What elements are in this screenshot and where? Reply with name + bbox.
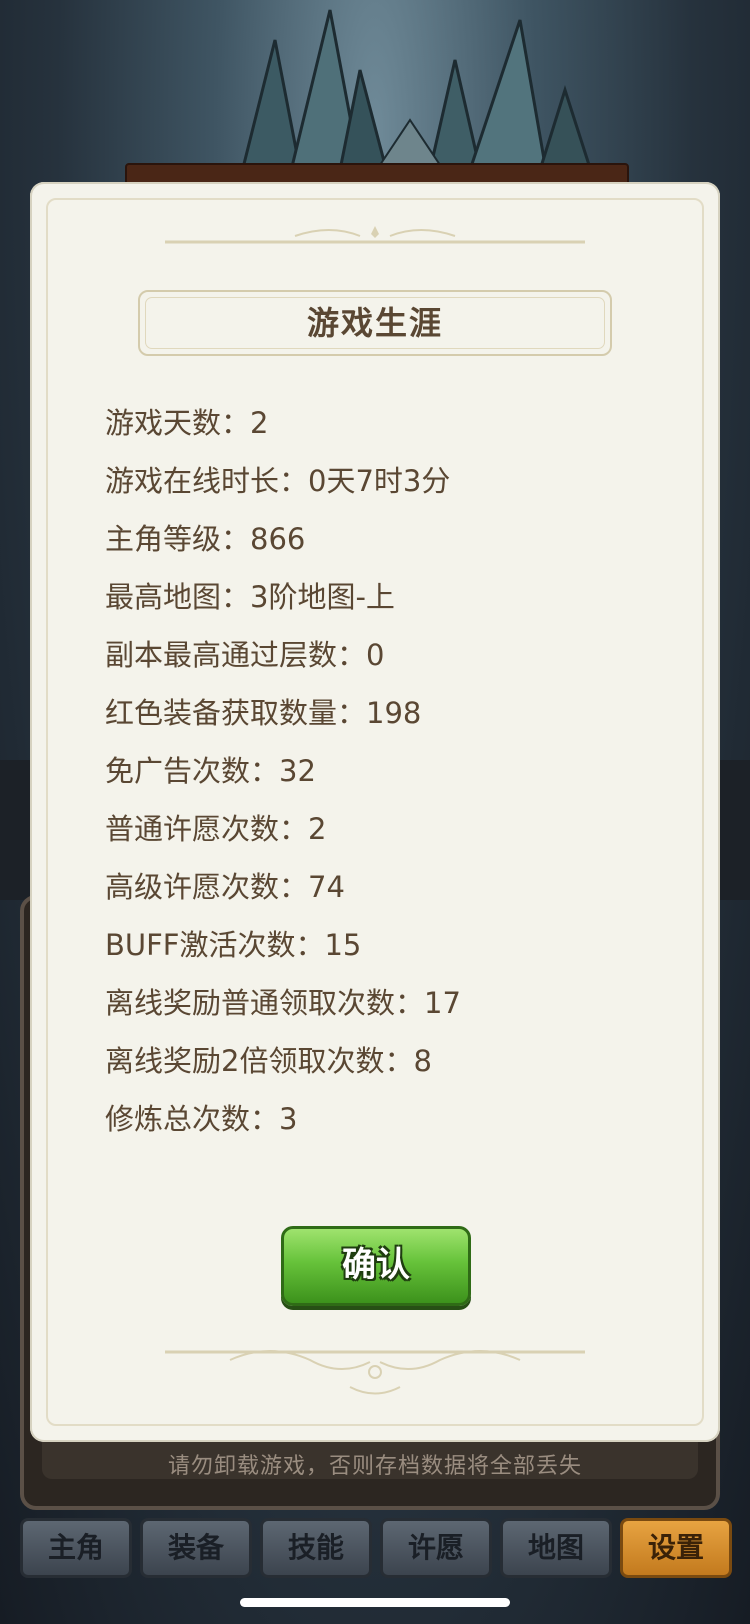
confirm-label: 确认 <box>342 1245 410 1285</box>
tab-map[interactable]: 地图 <box>500 1518 612 1578</box>
game-career-dialog: 游戏生涯 游戏天数：2 游戏在线时长：0天7时3分 主角等级：866 最高地图：… <box>30 182 720 1442</box>
bottom-nav: 主角 装备 技能 许愿 地图 设置 <box>0 1518 750 1580</box>
title-frame: 游戏生涯 <box>138 290 612 356</box>
stat-normal-wish: 普通许愿次数：2 <box>105 812 327 846</box>
top-ornament-icon <box>165 226 585 244</box>
tab-label: 设置 <box>647 1531 704 1564</box>
stat-advanced-wish: 高级许愿次数：74 <box>105 870 345 904</box>
stat-red-equipment: 红色装备获取数量：198 <box>105 696 422 730</box>
tab-hero[interactable]: 主角 <box>20 1518 132 1578</box>
tab-wish[interactable]: 许愿 <box>380 1518 492 1578</box>
stat-offline-normal: 离线奖励普通领取次数：17 <box>105 986 461 1020</box>
uninstall-warning-text: 请勿卸载游戏，否则存档数据将全部丢失 <box>167 1454 582 1479</box>
tab-label: 许愿 <box>407 1531 464 1564</box>
tab-label: 装备 <box>167 1531 224 1564</box>
tab-settings[interactable]: 设置 <box>620 1518 732 1578</box>
stat-highest-map: 最高地图：3阶地图-上 <box>105 580 395 614</box>
stat-online-duration: 游戏在线时长：0天7时3分 <box>105 464 451 498</box>
stat-dungeon-floor: 副本最高通过层数：0 <box>105 638 385 672</box>
tab-skills[interactable]: 技能 <box>260 1518 372 1578</box>
dialog-title: 游戏生涯 <box>306 304 443 342</box>
stat-hero-level: 主角等级：866 <box>105 522 306 556</box>
stat-play-days: 游戏天数：2 <box>105 406 269 440</box>
stat-offline-double: 离线奖励2倍领取次数：8 <box>105 1044 432 1078</box>
home-indicator[interactable] <box>240 1598 510 1607</box>
confirm-button[interactable]: 确认 <box>281 1226 471 1306</box>
stat-cultivation: 修炼总次数：3 <box>105 1102 298 1136</box>
stat-ad-free: 免广告次数：32 <box>105 754 316 788</box>
tab-label: 主角 <box>47 1531 104 1564</box>
tab-equipment[interactable]: 装备 <box>140 1518 252 1578</box>
tab-label: 技能 <box>287 1531 344 1564</box>
stat-buff-activations: BUFF激活次数：15 <box>105 928 362 962</box>
stats-list: 游戏天数：2 游戏在线时长：0天7时3分 主角等级：866 最高地图：3阶地图-… <box>105 394 461 1148</box>
tab-label: 地图 <box>527 1531 584 1564</box>
bottom-ornament-icon <box>165 1350 585 1395</box>
